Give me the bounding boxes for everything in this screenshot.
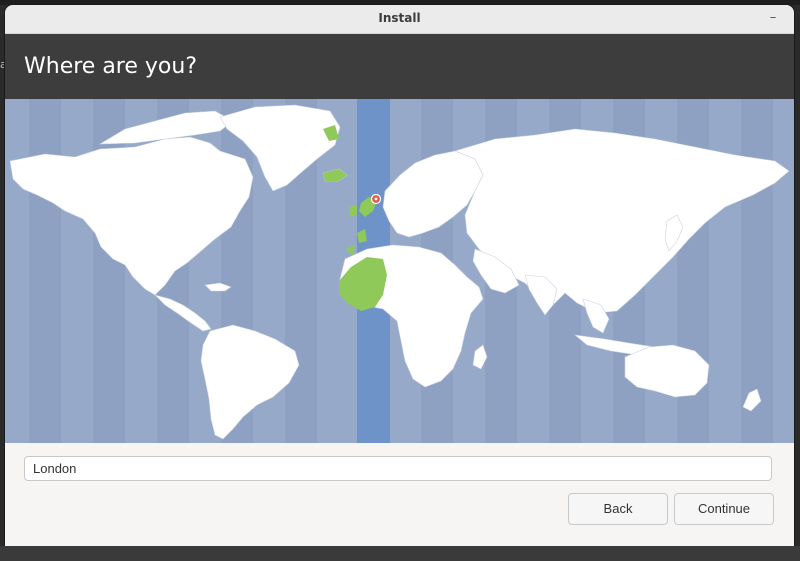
back-button[interactable]: Back (568, 493, 668, 525)
minimize-button[interactable]: – (764, 7, 782, 29)
timezone-map[interactable] (5, 99, 794, 443)
continue-button[interactable]: Continue (674, 493, 774, 525)
ireland-highlight (349, 205, 357, 217)
titlebar[interactable]: Install – (5, 5, 794, 34)
window-title: Install (378, 11, 421, 25)
installer-window: Install – Where are you? London Back Con… (5, 5, 794, 546)
desktop-bottom-strip (0, 546, 800, 561)
page-title: Where are you? (24, 54, 197, 79)
location-pin[interactable] (370, 193, 382, 205)
page-header: Where are you? (5, 34, 794, 99)
location-input[interactable] (24, 456, 772, 481)
world-map-graphic[interactable] (5, 99, 794, 443)
desktop: a Install – Where are you? London Back C… (0, 0, 800, 561)
